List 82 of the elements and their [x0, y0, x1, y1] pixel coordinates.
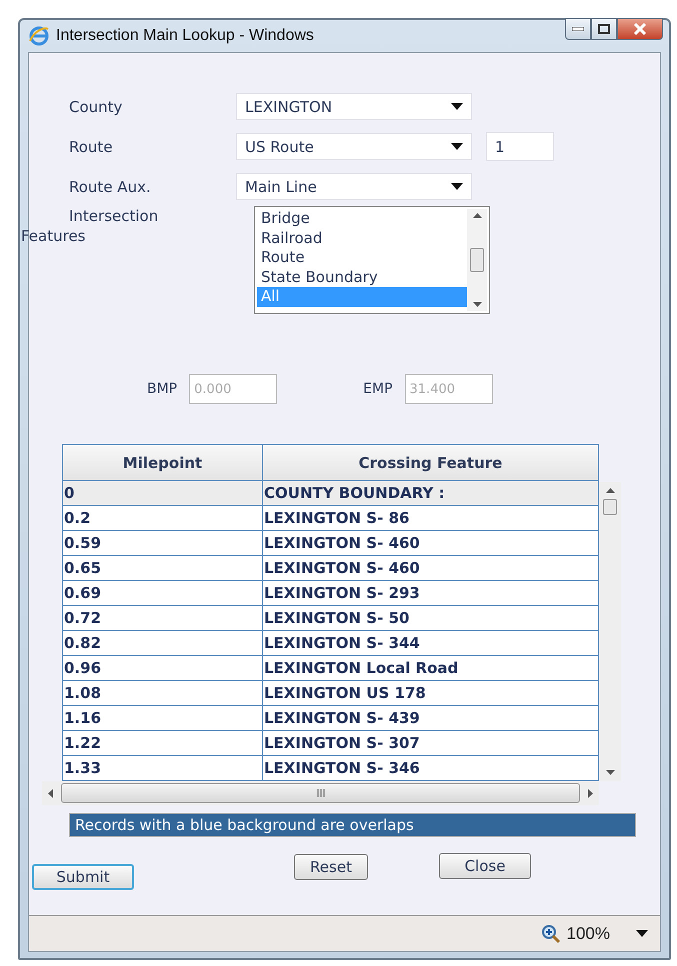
table-cell: 0.72 — [63, 606, 263, 630]
table-row[interactable]: 1.16 LEXINGTON S- 439 — [62, 706, 599, 731]
table-cell-text: LEXINGTON S- 460 — [263, 533, 421, 554]
caret-icon — [451, 103, 463, 110]
table-cell: 1.33 — [63, 756, 263, 780]
table-cell-text: LEXINGTON S- 50 — [263, 608, 410, 629]
caret-icon — [451, 143, 463, 150]
table-cell: 0 — [63, 481, 263, 505]
table-cell: 0.59 — [63, 531, 263, 555]
scroll-thumb[interactable] — [470, 248, 484, 272]
table-row[interactable]: 0.59 LEXINGTON S- 460 — [62, 531, 599, 556]
route-aux-select[interactable]: Main Line — [236, 173, 472, 200]
table-cell: 0.2 — [63, 506, 263, 530]
scroll-up-icon[interactable] — [472, 213, 482, 218]
emp-label: EMP — [363, 381, 393, 397]
table-cell-text: LEXINGTON US 178 — [263, 683, 427, 704]
features-label: Features — [21, 226, 86, 246]
table-cell: 0.69 — [63, 581, 263, 605]
table-cell: 0.82 — [63, 631, 263, 655]
browser-logo-icon — [28, 25, 50, 47]
column-header[interactable]: Crossing Feature — [263, 445, 598, 480]
zoom-icon — [540, 924, 561, 944]
route-aux-label: Route Aux. — [68, 178, 152, 196]
county-label: County — [68, 98, 124, 116]
overlap-note: Records with a blue background are overlaps — [69, 813, 636, 837]
route-label: Route — [68, 138, 114, 156]
maximize-icon — [598, 24, 610, 34]
table-row[interactable]: 0.72 LEXINGTON S- 50 — [62, 606, 599, 631]
close-icon — [633, 23, 647, 35]
list-option[interactable]: State Boundary — [257, 268, 467, 287]
table-cell-text: COUNTY BOUNDARY : — [263, 483, 446, 504]
list-option[interactable]: Route — [257, 248, 467, 268]
scroll-down-icon[interactable] — [472, 302, 482, 307]
table-row[interactable]: 0.82 LEXINGTON S- 344 — [62, 631, 599, 656]
scroll-right-icon[interactable] — [588, 788, 593, 798]
county-select[interactable]: LEXINGTON — [236, 93, 472, 120]
route-number-field[interactable]: 1 — [486, 132, 554, 161]
table-cell: 1.22 — [63, 731, 263, 755]
table-cell: 0.65 — [63, 556, 263, 580]
minimize-icon — [572, 27, 584, 31]
route-select[interactable]: US Route — [236, 133, 472, 160]
bmp-label: BMP — [147, 381, 178, 397]
table-row[interactable]: 1.22 LEXINGTON S- 307 — [62, 731, 599, 756]
scroll-thumb[interactable] — [603, 499, 617, 515]
zoom-menu-icon — [636, 930, 648, 937]
list-option[interactable]: Railroad — [257, 228, 467, 248]
column-header[interactable]: Milepoint — [63, 445, 263, 480]
table-row[interactable]: 1.33 LEXINGTON S- 346 — [62, 756, 599, 781]
scroll-down-icon[interactable] — [606, 770, 614, 775]
scroll-thumb[interactable] — [61, 783, 580, 803]
zoom-level[interactable]: 100% — [566, 924, 610, 944]
table-row[interactable]: 0.96 LEXINGTON Local Road — [62, 656, 599, 681]
table-cell-text: LEXINGTON Local Road — [263, 658, 460, 679]
table-cell-text: LEXINGTON S- 439 — [263, 708, 421, 729]
table-cell-text: LEXINGTON S- 344 — [263, 633, 421, 654]
table-cell: 1.08 — [63, 681, 263, 705]
table-cell: 0.96 — [63, 656, 263, 680]
table-cell-text: LEXINGTON S- 86 — [263, 508, 410, 529]
table-row[interactable]: 0.69 LEXINGTON S- 293 — [62, 581, 599, 606]
submit-button[interactable]: Submit — [32, 864, 134, 890]
table-row[interactable]: 0.2 LEXINGTON S- 86 — [62, 506, 599, 531]
minimize-button[interactable] — [565, 18, 591, 40]
reset-button[interactable]: Reset — [294, 854, 368, 880]
table-row[interactable]: 0 COUNTY BOUNDARY : — [62, 481, 599, 506]
table-row[interactable]: 1.08 LEXINGTON US 178 — [62, 681, 599, 706]
scroll-left-icon[interactable] — [48, 788, 53, 798]
maximize-button[interactable] — [591, 18, 617, 40]
scroll-up-icon[interactable] — [606, 488, 614, 493]
table-cell-text: LEXINGTON S- 307 — [263, 733, 421, 754]
grip-icon — [316, 789, 324, 797]
table-cell-text: LEXINGTON S- 460 — [263, 558, 421, 579]
close-button[interactable]: Close — [439, 853, 531, 879]
window-title: Intersection Main Lookup - Windows — [56, 27, 314, 45]
caret-icon — [451, 183, 463, 190]
table-cell-text: LEXINGTON S- 293 — [263, 583, 421, 604]
table-cell: 1.16 — [63, 706, 263, 730]
features-label: Intersection — [68, 206, 160, 226]
features-listbox[interactable]: Bridge Railroad Route State Boundary All — [254, 206, 490, 314]
list-option[interactable]: Bridge — [257, 209, 467, 228]
close-window-button[interactable] — [617, 18, 663, 40]
table-cell-text: LEXINGTON S- 346 — [263, 758, 421, 779]
table-row[interactable]: 0.65 LEXINGTON S- 460 — [62, 556, 599, 581]
